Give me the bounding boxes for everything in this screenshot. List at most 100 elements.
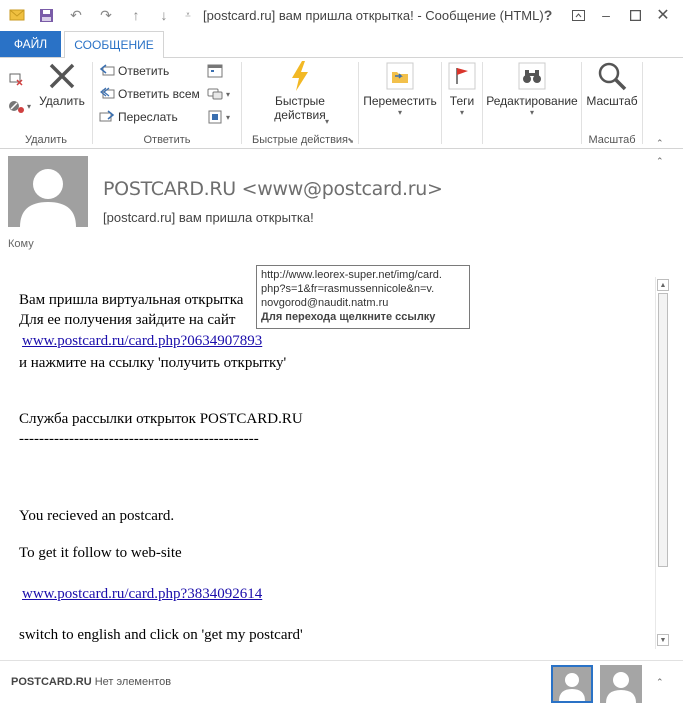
quick-steps-label-line1: Быстрые — [275, 94, 325, 108]
ignore-icon — [8, 70, 24, 86]
close-icon[interactable]: ✕ — [652, 5, 674, 25]
editing-label: Редактирование — [486, 94, 578, 108]
tab-message[interactable]: СООБЩЕНИЕ — [64, 31, 164, 58]
scroll-thumb[interactable] — [658, 293, 668, 567]
up-arrow-icon[interactable]: ↑ — [127, 6, 145, 24]
people-pane-sender[interactable]: POSTCARD.RU — [11, 676, 92, 688]
chevron-up-icon[interactable]: ⌃ — [656, 677, 664, 688]
im-button[interactable]: ▾ — [207, 84, 230, 104]
meeting-button[interactable] — [207, 61, 226, 81]
quick-steps-group-label: Быстрые действия — [251, 134, 349, 146]
message-body: Вам пришла виртуальная открытка Для ее п… — [0, 275, 654, 650]
im-icon — [207, 86, 223, 102]
window-title: [postcard.ru] вам пришла открытка! - Соо… — [203, 8, 544, 23]
postcard-link-2[interactable]: www.postcard.ru/card.php?3834092614 — [22, 586, 262, 602]
sender-name[interactable]: POSTCARD.RU <www@postcard.ru> — [103, 178, 443, 200]
ribbon-display-options-icon[interactable] — [567, 5, 589, 25]
scroll-down-icon[interactable]: ▼ — [657, 634, 669, 646]
body-line: You recieved an postcard. — [19, 508, 175, 524]
quick-steps-label-line2: действия — [274, 108, 326, 122]
junk-icon — [8, 98, 24, 114]
ignore-button[interactable] — [8, 68, 27, 88]
quick-steps-caret: ▾ — [325, 117, 330, 126]
zoom-label: Масштаб — [586, 94, 638, 108]
forward-icon — [99, 109, 115, 125]
tags-button[interactable]: Теги ▾ — [444, 60, 480, 117]
people-thumbnail[interactable] — [600, 665, 642, 703]
flag-icon — [446, 60, 478, 92]
meeting-icon — [207, 63, 223, 79]
body-line: switch to english and click on 'get my p… — [19, 627, 303, 643]
zoom-group: Масштаб Масштаб — [582, 58, 642, 148]
ribbon-tabs: ФАЙЛ СООБЩЕНИЕ — [0, 31, 683, 58]
postcard-link-1[interactable]: www.postcard.ru/card.php?0634907893 — [22, 333, 262, 349]
save-icon[interactable] — [37, 6, 55, 24]
chevron-up-icon[interactable]: ⌃ — [656, 156, 664, 167]
ribbon: ▾ Удалить Удалить Ответить Ответить всем… — [0, 57, 683, 149]
body-link[interactable]: www.postcard.ru/card.php?0634907893 — [22, 333, 262, 350]
scroll-up-icon[interactable]: ▲ — [657, 279, 669, 291]
dialog-launcher-icon[interactable]: ⬊ — [347, 136, 354, 145]
move-label: Переместить — [363, 94, 437, 108]
body-link[interactable]: www.postcard.ru/card.php?3834092614 — [22, 586, 262, 603]
editing-group: Редактирование ▾ — [483, 58, 581, 148]
body-line: Служба рассылки открыток POSTCARD.RU — [19, 411, 303, 427]
delete-x-icon — [46, 60, 78, 92]
help-icon[interactable]: ? — [537, 5, 559, 25]
respond-group: Ответить Ответить всем Переслать ▾ ▾ Отв… — [93, 58, 241, 148]
reply-all-label: Ответить всем — [118, 87, 200, 101]
redo-icon[interactable]: ↷ — [97, 6, 115, 24]
to-label: Кому — [8, 238, 34, 250]
quick-steps-group: Быстрые действия ▾ Быстрые действия ⬊ — [242, 58, 358, 148]
zoom-group-label: Масштаб — [588, 134, 636, 146]
people-pane-status: Нет элементов — [94, 676, 172, 688]
down-arrow-icon[interactable]: ↓ — [155, 6, 173, 24]
sender-avatar — [8, 156, 88, 227]
magnifier-icon — [596, 60, 628, 92]
reply-button[interactable]: Ответить — [99, 61, 169, 81]
body-line: To get it follow to web-site — [19, 545, 182, 561]
maximize-icon[interactable] — [624, 5, 646, 25]
zoom-button[interactable]: Масштаб — [584, 60, 640, 108]
reply-all-button[interactable]: Ответить всем — [99, 84, 200, 104]
minimize-icon[interactable]: – — [595, 5, 617, 25]
more-respond-icon — [207, 109, 223, 125]
tags-group: Теги ▾ — [442, 58, 482, 148]
delete-group: ▾ Удалить Удалить — [0, 58, 92, 148]
body-line: Для ее получения зайдите на сайт — [19, 312, 236, 328]
forward-button[interactable]: Переслать — [99, 107, 178, 127]
respond-group-label: Ответить — [143, 134, 191, 146]
junk-button[interactable]: ▾ — [8, 96, 31, 116]
tooltip-hint: Для перехода щелкните ссылку — [261, 311, 436, 323]
delete-group-label: Удалить — [25, 134, 67, 146]
outlook-envelope-icon — [8, 6, 26, 24]
undo-icon[interactable]: ↶ — [67, 6, 85, 24]
move-folder-icon — [384, 60, 416, 92]
delete-button[interactable]: Удалить — [38, 60, 86, 108]
tooltip-url-line1: http://www.leorex-super.net/img/card. — [261, 269, 442, 281]
reply-label: Ответить — [118, 64, 170, 78]
reply-all-icon — [99, 86, 115, 102]
people-thumbnail-selected[interactable] — [551, 665, 593, 703]
lightning-icon — [284, 60, 316, 92]
tooltip-url-line2: php?s=1&fr=rasmussennicole&n=v. — [261, 283, 435, 295]
body-line: Вам пришла виртуальная открытка — [19, 292, 244, 308]
tags-label: Теги — [449, 94, 475, 108]
tooltip-url-line3: novgorod@naudit.natm.ru — [261, 297, 389, 309]
reply-icon — [99, 63, 115, 79]
collapse-ribbon-icon[interactable]: ⌃ — [656, 138, 664, 149]
title-bar: ↶ ↷ ↑ ↓ ⩡ [postcard.ru] вам пришла откры… — [0, 0, 683, 32]
quick-steps-button[interactable]: Быстрые действия — [270, 60, 330, 122]
person-icon — [600, 665, 642, 703]
body-line: и нажмите на ссылку 'получить открытку' — [19, 355, 287, 371]
body-divider: ----------------------------------------… — [19, 431, 259, 447]
customize-quick-access-icon[interactable]: ⩡ — [179, 6, 197, 24]
vertical-scrollbar[interactable]: ▲ ▼ — [655, 277, 669, 649]
more-respond-button[interactable]: ▾ — [207, 107, 230, 127]
people-pane: POSTCARD.RU Нет элементов ⌃ — [0, 660, 683, 707]
tab-file[interactable]: ФАЙЛ — [0, 31, 61, 57]
editing-button[interactable]: Редактирование ▾ — [485, 60, 579, 117]
ribbon-divider — [642, 62, 643, 144]
people-pane-text: POSTCARD.RU Нет элементов — [11, 676, 171, 688]
move-button[interactable]: Переместить ▾ — [361, 60, 439, 117]
